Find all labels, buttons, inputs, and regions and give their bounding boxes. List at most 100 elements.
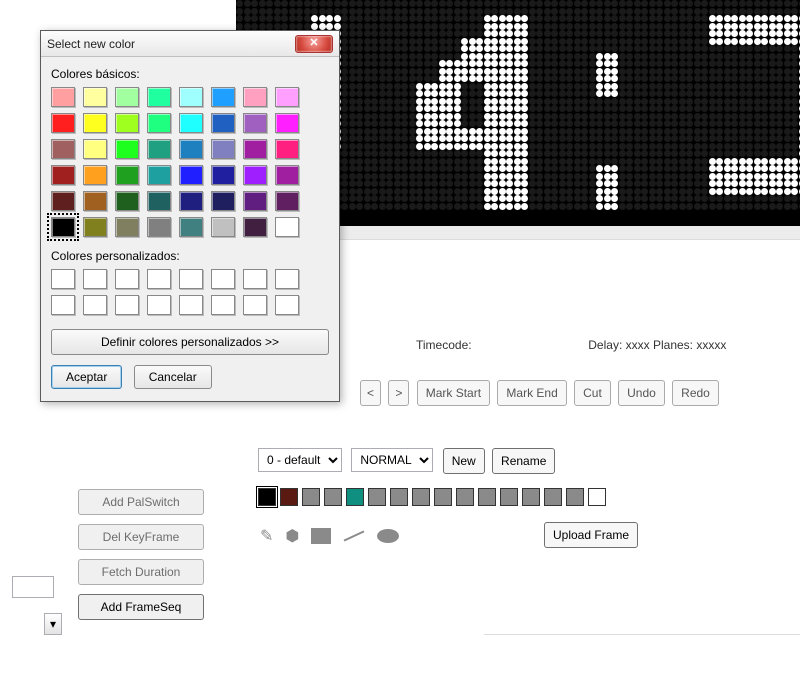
color-swatch[interactable] [275,217,299,237]
color-swatch[interactable] [211,139,235,159]
color-swatch[interactable] [51,191,75,211]
define-custom-colors-button[interactable]: Definir colores personalizados >> [51,329,329,355]
custom-color-swatch[interactable] [243,269,267,289]
custom-color-swatch[interactable] [179,269,203,289]
palette-color[interactable] [390,488,408,506]
color-swatch[interactable] [179,191,203,211]
color-swatch[interactable] [179,165,203,185]
custom-color-swatch[interactable] [179,295,203,315]
color-swatch[interactable] [51,165,75,185]
fetch-duration-button[interactable]: Fetch Duration [78,559,204,585]
color-swatch[interactable] [115,165,139,185]
fill-tool-icon[interactable]: ⬢ [285,526,299,546]
color-swatch[interactable] [211,113,235,133]
cut-button[interactable]: Cut [574,380,611,406]
custom-color-swatch[interactable] [115,295,139,315]
palette-color[interactable] [346,488,364,506]
custom-color-swatch[interactable] [83,295,107,315]
color-swatch[interactable] [115,87,139,107]
palette-color[interactable] [258,488,276,506]
cancel-button[interactable]: Cancelar [134,365,212,389]
custom-color-swatch[interactable] [115,269,139,289]
color-swatch[interactable] [147,191,171,211]
color-swatch[interactable] [243,165,267,185]
color-swatch[interactable] [275,191,299,211]
palette-select[interactable]: 0 - default [258,448,342,472]
palette-color[interactable] [434,488,452,506]
color-swatch[interactable] [51,87,75,107]
palette-color[interactable] [522,488,540,506]
custom-color-swatch[interactable] [51,269,75,289]
color-swatch[interactable] [51,139,75,159]
mark-end-button[interactable]: Mark End [497,380,566,406]
color-swatch[interactable] [147,165,171,185]
color-swatch[interactable] [83,165,107,185]
color-swatch[interactable] [115,113,139,133]
color-swatch[interactable] [115,191,139,211]
ellipse-tool-icon[interactable] [377,529,399,543]
custom-color-swatch[interactable] [275,295,299,315]
color-swatch[interactable] [179,113,203,133]
next-frame-button[interactable]: > [388,380,409,406]
color-swatch[interactable] [211,165,235,185]
color-swatch[interactable] [147,113,171,133]
palette-color[interactable] [588,488,606,506]
color-swatch[interactable] [147,87,171,107]
color-swatch[interactable] [115,139,139,159]
palette-color[interactable] [544,488,562,506]
dropdown-arrow[interactable]: ▾ [44,613,62,635]
rename-button[interactable]: Rename [492,448,555,474]
palette-color[interactable] [412,488,430,506]
prev-frame-button[interactable]: < [360,380,381,406]
color-swatch[interactable] [211,191,235,211]
close-button[interactable]: ✕ [295,35,333,53]
custom-color-swatch[interactable] [243,295,267,315]
color-swatch[interactable] [211,217,235,237]
custom-color-swatch[interactable] [211,295,235,315]
color-swatch[interactable] [179,217,203,237]
color-swatch[interactable] [83,191,107,211]
del-keyframe-button[interactable]: Del KeyFrame [78,524,204,550]
palette-color[interactable] [500,488,518,506]
palette-color[interactable] [302,488,320,506]
color-swatch[interactable] [179,87,203,107]
color-swatch[interactable] [275,87,299,107]
new-button[interactable]: New [443,448,485,474]
color-swatch[interactable] [243,217,267,237]
color-swatch[interactable] [243,113,267,133]
color-swatch[interactable] [83,139,107,159]
dialog-titlebar[interactable]: Select new color ✕ [41,31,339,57]
color-swatch[interactable] [51,217,75,237]
custom-color-swatch[interactable] [211,269,235,289]
undo-button[interactable]: Undo [618,380,665,406]
palette-color[interactable] [478,488,496,506]
rect-tool-icon[interactable] [311,528,331,544]
upload-frame-button[interactable]: Upload Frame [544,522,638,548]
color-swatch[interactable] [275,113,299,133]
palette-color[interactable] [280,488,298,506]
color-swatch[interactable] [243,139,267,159]
pencil-tool-icon[interactable]: ✎ [260,526,273,546]
add-palswitch-button[interactable]: Add PalSwitch [78,489,204,515]
color-swatch[interactable] [115,217,139,237]
color-swatch[interactable] [83,217,107,237]
color-swatch[interactable] [51,113,75,133]
custom-color-swatch[interactable] [51,295,75,315]
mark-start-button[interactable]: Mark Start [417,380,490,406]
line-tool-icon[interactable] [344,530,365,541]
blend-mode-select[interactable]: NORMAL [351,448,433,472]
color-swatch[interactable] [211,87,235,107]
color-swatch[interactable] [179,139,203,159]
redo-button[interactable]: Redo [672,380,719,406]
color-swatch[interactable] [83,87,107,107]
color-swatch[interactable] [243,87,267,107]
palette-color[interactable] [456,488,474,506]
palette-color[interactable] [368,488,386,506]
color-swatch[interactable] [243,191,267,211]
color-swatch[interactable] [275,139,299,159]
add-frameseq-button[interactable]: Add FrameSeq [78,594,204,620]
custom-color-swatch[interactable] [275,269,299,289]
custom-color-swatch[interactable] [147,269,171,289]
color-swatch[interactable] [83,113,107,133]
custom-color-swatch[interactable] [147,295,171,315]
